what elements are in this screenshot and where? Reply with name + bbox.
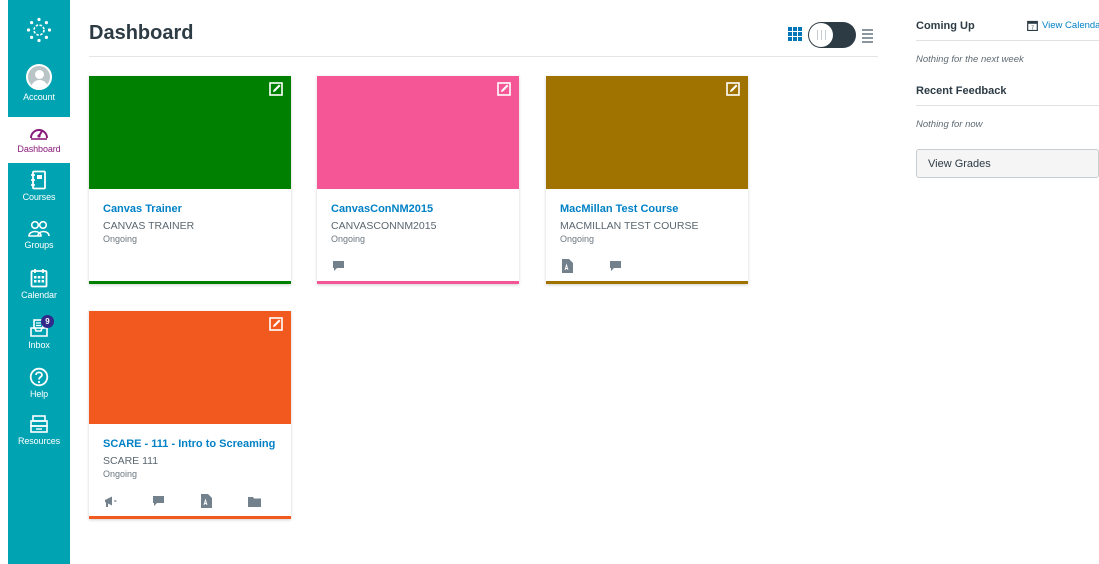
card-term: Ongoing: [103, 469, 138, 479]
dashboard-icon: [30, 129, 48, 140]
view-calendar-label: View Calendar: [1042, 20, 1099, 31]
toggle-knob: [809, 23, 833, 47]
edit-nickname-icon[interactable]: [269, 82, 283, 96]
nav-inbox-label: Inbox: [28, 340, 50, 350]
card-course-code: CANVASCONNM2015: [331, 220, 437, 232]
nav-resources-label: Resources: [17, 436, 61, 446]
calendar-icon: [30, 269, 48, 288]
edit-nickname-icon[interactable]: [269, 317, 283, 331]
coming-up-divider: [916, 40, 1099, 41]
course-card[interactable]: MacMillan Test Course MACMILLAN TEST COU…: [546, 76, 748, 284]
card-bottom-bar: [317, 281, 519, 284]
groups-icon: [28, 220, 50, 237]
discussions-icon[interactable]: [151, 494, 165, 508]
view-toggle[interactable]: [808, 22, 856, 48]
svg-text:7: 7: [1031, 25, 1034, 31]
card-title[interactable]: CanvasConNM2015: [331, 203, 433, 215]
card-bottom-bar: [89, 281, 291, 284]
grades-icon[interactable]: [199, 494, 213, 508]
card-hero[interactable]: [89, 76, 291, 189]
nav-help-label: Help: [29, 389, 49, 399]
nav-dashboard-label: Dashboard: [17, 144, 61, 154]
page-title: Dashboard: [89, 22, 194, 44]
card-title[interactable]: Canvas Trainer: [103, 203, 182, 215]
discussions-icon[interactable]: [608, 259, 622, 273]
courses-icon: [31, 170, 46, 190]
nav-groups-label: Groups: [24, 240, 54, 250]
coming-up-heading: Coming Up: [916, 20, 975, 32]
coming-up-empty: Nothing for the next week: [916, 54, 1024, 65]
card-action-icons: [560, 258, 622, 274]
card-title[interactable]: MacMillan Test Course: [560, 203, 678, 215]
card-hero[interactable]: [546, 76, 748, 189]
course-card[interactable]: SCARE - 111 - Intro to Screaming SCARE 1…: [89, 311, 291, 519]
card-course-code: MACMILLAN TEST COURSE: [560, 220, 699, 232]
edit-nickname-icon[interactable]: [497, 82, 511, 96]
card-view-icon[interactable]: [788, 27, 802, 41]
nav-dashboard[interactable]: Dashboard: [8, 117, 70, 163]
nav-groups[interactable]: Groups: [8, 220, 70, 262]
files-icon[interactable]: [247, 494, 261, 508]
view-grades-label: View Grades: [928, 157, 991, 170]
card-term: Ongoing: [560, 234, 595, 244]
feedback-empty: Nothing for now: [916, 119, 983, 130]
help-icon: [29, 367, 49, 387]
view-grades-button[interactable]: View Grades: [916, 149, 1099, 178]
course-card[interactable]: Canvas Trainer CANVAS TRAINER Ongoing: [89, 76, 291, 284]
card-course-code: SCARE 111: [103, 455, 159, 467]
canvas-logo-icon: [26, 17, 52, 43]
nav-courses-label: Courses: [22, 192, 56, 202]
card-action-icons: [103, 493, 261, 509]
avatar: [26, 64, 52, 90]
card-bottom-bar: [89, 516, 291, 519]
card-term: Ongoing: [331, 234, 366, 244]
card-term: Ongoing: [103, 234, 138, 244]
nav-resources[interactable]: Resources: [8, 414, 70, 456]
nav-calendar[interactable]: Calendar: [8, 268, 70, 312]
recent-feedback-heading: Recent Feedback: [916, 85, 1007, 97]
course-card[interactable]: CanvasConNM2015 CANVASCONNM2015 Ongoing: [317, 76, 519, 284]
edit-nickname-icon[interactable]: [726, 82, 740, 96]
card-title[interactable]: SCARE - 111 - Intro to Screaming: [103, 438, 275, 450]
header-divider: [89, 56, 878, 57]
inbox-unread-badge: 9: [41, 315, 54, 328]
card-bottom-bar: [546, 281, 748, 284]
list-view-icon[interactable]: [862, 29, 873, 45]
recent-feedback-divider: [916, 105, 1099, 106]
grades-icon[interactable]: [560, 259, 574, 273]
nav-account[interactable]: Account: [8, 64, 70, 112]
canvas-dashboard: Account Dashboard Courses Groups Calenda…: [0, 0, 1099, 564]
card-course-code: CANVAS TRAINER: [103, 220, 195, 232]
calendar-small-icon: 7: [1027, 20, 1038, 31]
card-hero[interactable]: [89, 311, 291, 424]
discussions-icon[interactable]: [331, 259, 345, 273]
resources-icon: [30, 415, 48, 433]
view-calendar-link[interactable]: 7 View Calendar: [1027, 20, 1099, 31]
nav-courses[interactable]: Courses: [8, 170, 70, 212]
nav-inbox[interactable]: 9 Inbox: [8, 315, 70, 360]
card-hero[interactable]: [317, 76, 519, 189]
nav-help[interactable]: Help: [8, 367, 70, 409]
announcements-icon[interactable]: [103, 494, 117, 508]
nav-account-label: Account: [23, 92, 55, 102]
global-nav: Account Dashboard Courses Groups Calenda…: [8, 0, 70, 564]
canvas-logo[interactable]: [8, 8, 70, 52]
nav-calendar-label: Calendar: [21, 290, 57, 300]
card-action-icons: [331, 258, 345, 274]
